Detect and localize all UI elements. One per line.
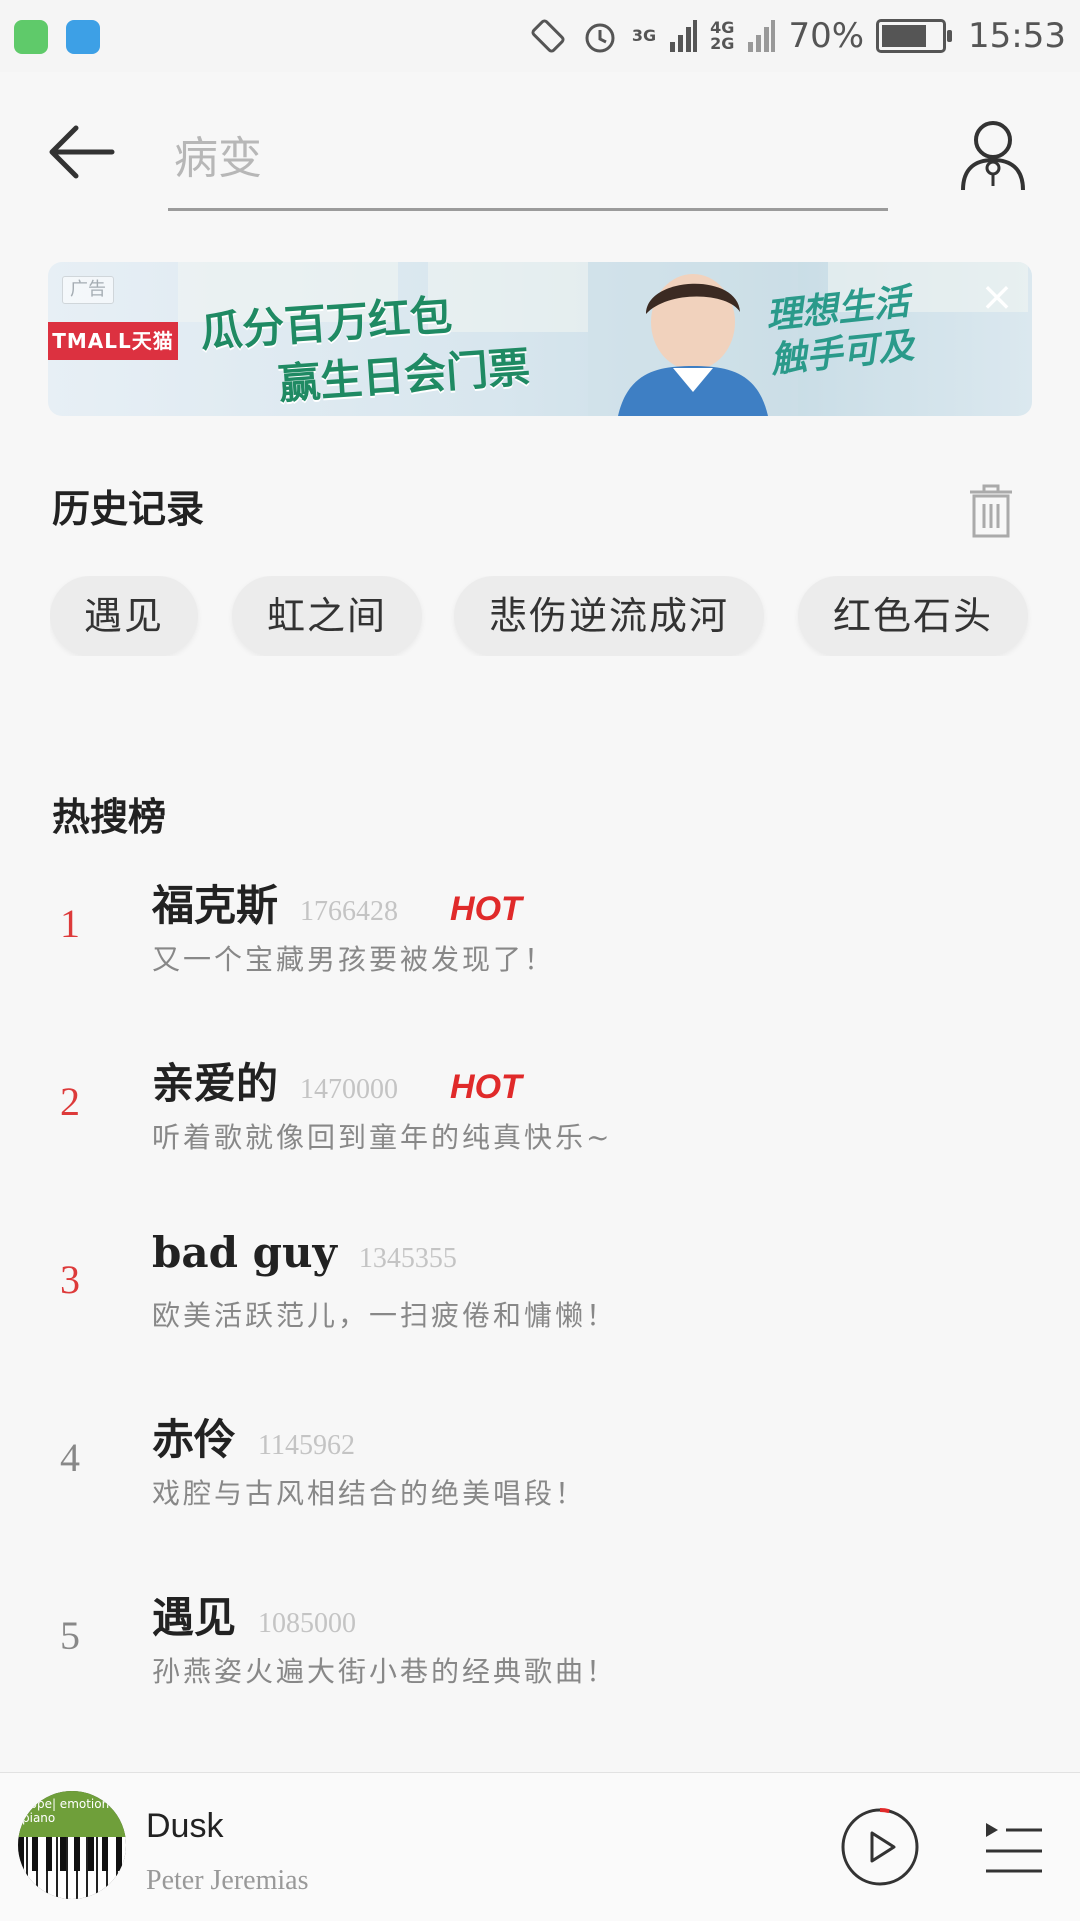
album-cover-text: hope| emotional piano: [22, 1797, 120, 1825]
rank-number: 3: [60, 1257, 80, 1302]
song-name: 亲爱的: [152, 1059, 279, 1108]
song-description: 孙燕姿火遍大街小巷的经典歌曲！: [152, 1655, 618, 1688]
song-name: bad guy: [152, 1228, 337, 1277]
song-name: 赤伶: [152, 1415, 237, 1464]
status-bar: 3G 4G 2G 70% 15:53: [0, 0, 1080, 72]
search-count: 1766428: [300, 896, 399, 927]
search-count: 1145962: [258, 1430, 355, 1461]
status-indicators: 3G 4G 2G 70% 15:53: [528, 14, 1066, 58]
rotate-icon: [531, 19, 565, 53]
play-button[interactable]: [840, 1807, 920, 1887]
song-title-line: 亲爱的 1470000 HOT: [152, 1050, 522, 1111]
signal2-icon: [748, 20, 776, 52]
hot-list-item[interactable]: 5 遇见 1085000 孙燕姿火遍大街小巷的经典歌曲！: [0, 1584, 1080, 1734]
ad-person-image: [588, 262, 798, 416]
signal-icon: [670, 20, 698, 52]
playlist-button[interactable]: [982, 1815, 1046, 1879]
hot-list-title: 热搜榜: [52, 795, 167, 839]
history-chip[interactable]: 悲伤逆流成河: [454, 576, 764, 656]
hot-list-item[interactable]: 3 bad guy 1345355 欧美活跃范儿，一扫疲倦和慵懒！: [0, 1228, 1080, 1378]
trash-icon: [970, 484, 1012, 538]
play-progress-ring: [879, 1808, 890, 1814]
song-description: 又一个宝藏男孩要被发现了！: [152, 943, 556, 976]
alarm-icon: [585, 23, 615, 53]
song-name: 遇见: [152, 1593, 237, 1642]
hot-badge: HOT: [450, 890, 522, 928]
network-3g-label: 3G: [631, 26, 657, 45]
song-description: 戏腔与古风相结合的绝美唱段！: [152, 1477, 587, 1510]
rank-number: 4: [60, 1435, 80, 1480]
search-count: 1345355: [358, 1243, 457, 1274]
hot-list-item[interactable]: 4 赤伶 1145962 戏腔与古风相结合的绝美唱段！: [0, 1406, 1080, 1556]
search-count: 1470000: [300, 1074, 399, 1105]
mini-player[interactable]: hope| emotional piano Dusk Peter Jeremia…: [0, 1772, 1080, 1921]
now-playing-artist: Peter Jeremias: [146, 1865, 309, 1896]
album-cover[interactable]: hope| emotional piano: [18, 1791, 126, 1899]
browser-app-icon: [66, 20, 100, 54]
hot-badge: HOT: [450, 1068, 522, 1106]
search-input[interactable]: [168, 118, 900, 198]
rank-number: 5: [60, 1613, 80, 1658]
network-4g2g-label: 4G 2G: [710, 20, 734, 52]
song-title-line: 遇见 1085000: [152, 1584, 356, 1645]
play-icon: [841, 1808, 919, 1886]
song-name: 福克斯: [152, 881, 279, 930]
song-description: 欧美活跃范儿，一扫疲倦和慵懒！: [152, 1299, 618, 1332]
singer-button[interactable]: [958, 118, 1028, 194]
history-title: 历史记录: [52, 487, 205, 531]
tmall-logo: TMALL天猫: [48, 322, 178, 360]
user-mic-icon: [961, 121, 1025, 191]
piano-keys-art: [18, 1837, 126, 1899]
history-chip[interactable]: 虹之间: [232, 576, 422, 656]
back-button[interactable]: [46, 122, 116, 182]
ad-tag: 广告: [62, 276, 114, 304]
message-app-icon: [14, 20, 48, 54]
battery-icon: [876, 19, 953, 53]
clear-history-button[interactable]: [966, 482, 1016, 540]
ad-slogan: 理想生活 触手可及: [763, 281, 917, 382]
playlist-icon: [986, 1823, 1042, 1873]
song-title-line: 福克斯 1766428 HOT: [152, 872, 522, 933]
song-description: 听着歌就像回到童年的纯真快乐~: [152, 1121, 613, 1154]
history-chips: 遇见 虹之间 悲伤逆流成河 红色石头: [50, 576, 1080, 656]
clock: 15:53: [968, 16, 1066, 56]
song-title-line: bad guy 1345355: [152, 1228, 457, 1277]
history-chip[interactable]: 红色石头: [798, 576, 1028, 656]
rank-number: 2: [60, 1079, 80, 1124]
arrow-left-icon: [49, 125, 115, 179]
hot-list-item[interactable]: 1 福克斯 1766428 HOT 又一个宝藏男孩要被发现了！: [0, 872, 1080, 1022]
search-bar: [168, 118, 900, 211]
ad-banner[interactable]: 广告 TMALL天猫 瓜分百万红包 赢生日会门票 理想生活 触手可及 ×: [48, 262, 1032, 416]
rank-number: 1: [60, 901, 80, 946]
now-playing-title: Dusk: [146, 1807, 224, 1845]
song-title-line: 赤伶 1145962: [152, 1406, 355, 1467]
search-count: 1085000: [258, 1608, 357, 1639]
close-icon[interactable]: ×: [980, 277, 1014, 317]
history-chip[interactable]: 遇见: [50, 576, 198, 656]
hot-list-item[interactable]: 2 亲爱的 1470000 HOT 听着歌就像回到童年的纯真快乐~: [0, 1050, 1080, 1200]
battery-percent: 70%: [788, 16, 865, 56]
network-2g-label: 2G: [710, 34, 735, 53]
